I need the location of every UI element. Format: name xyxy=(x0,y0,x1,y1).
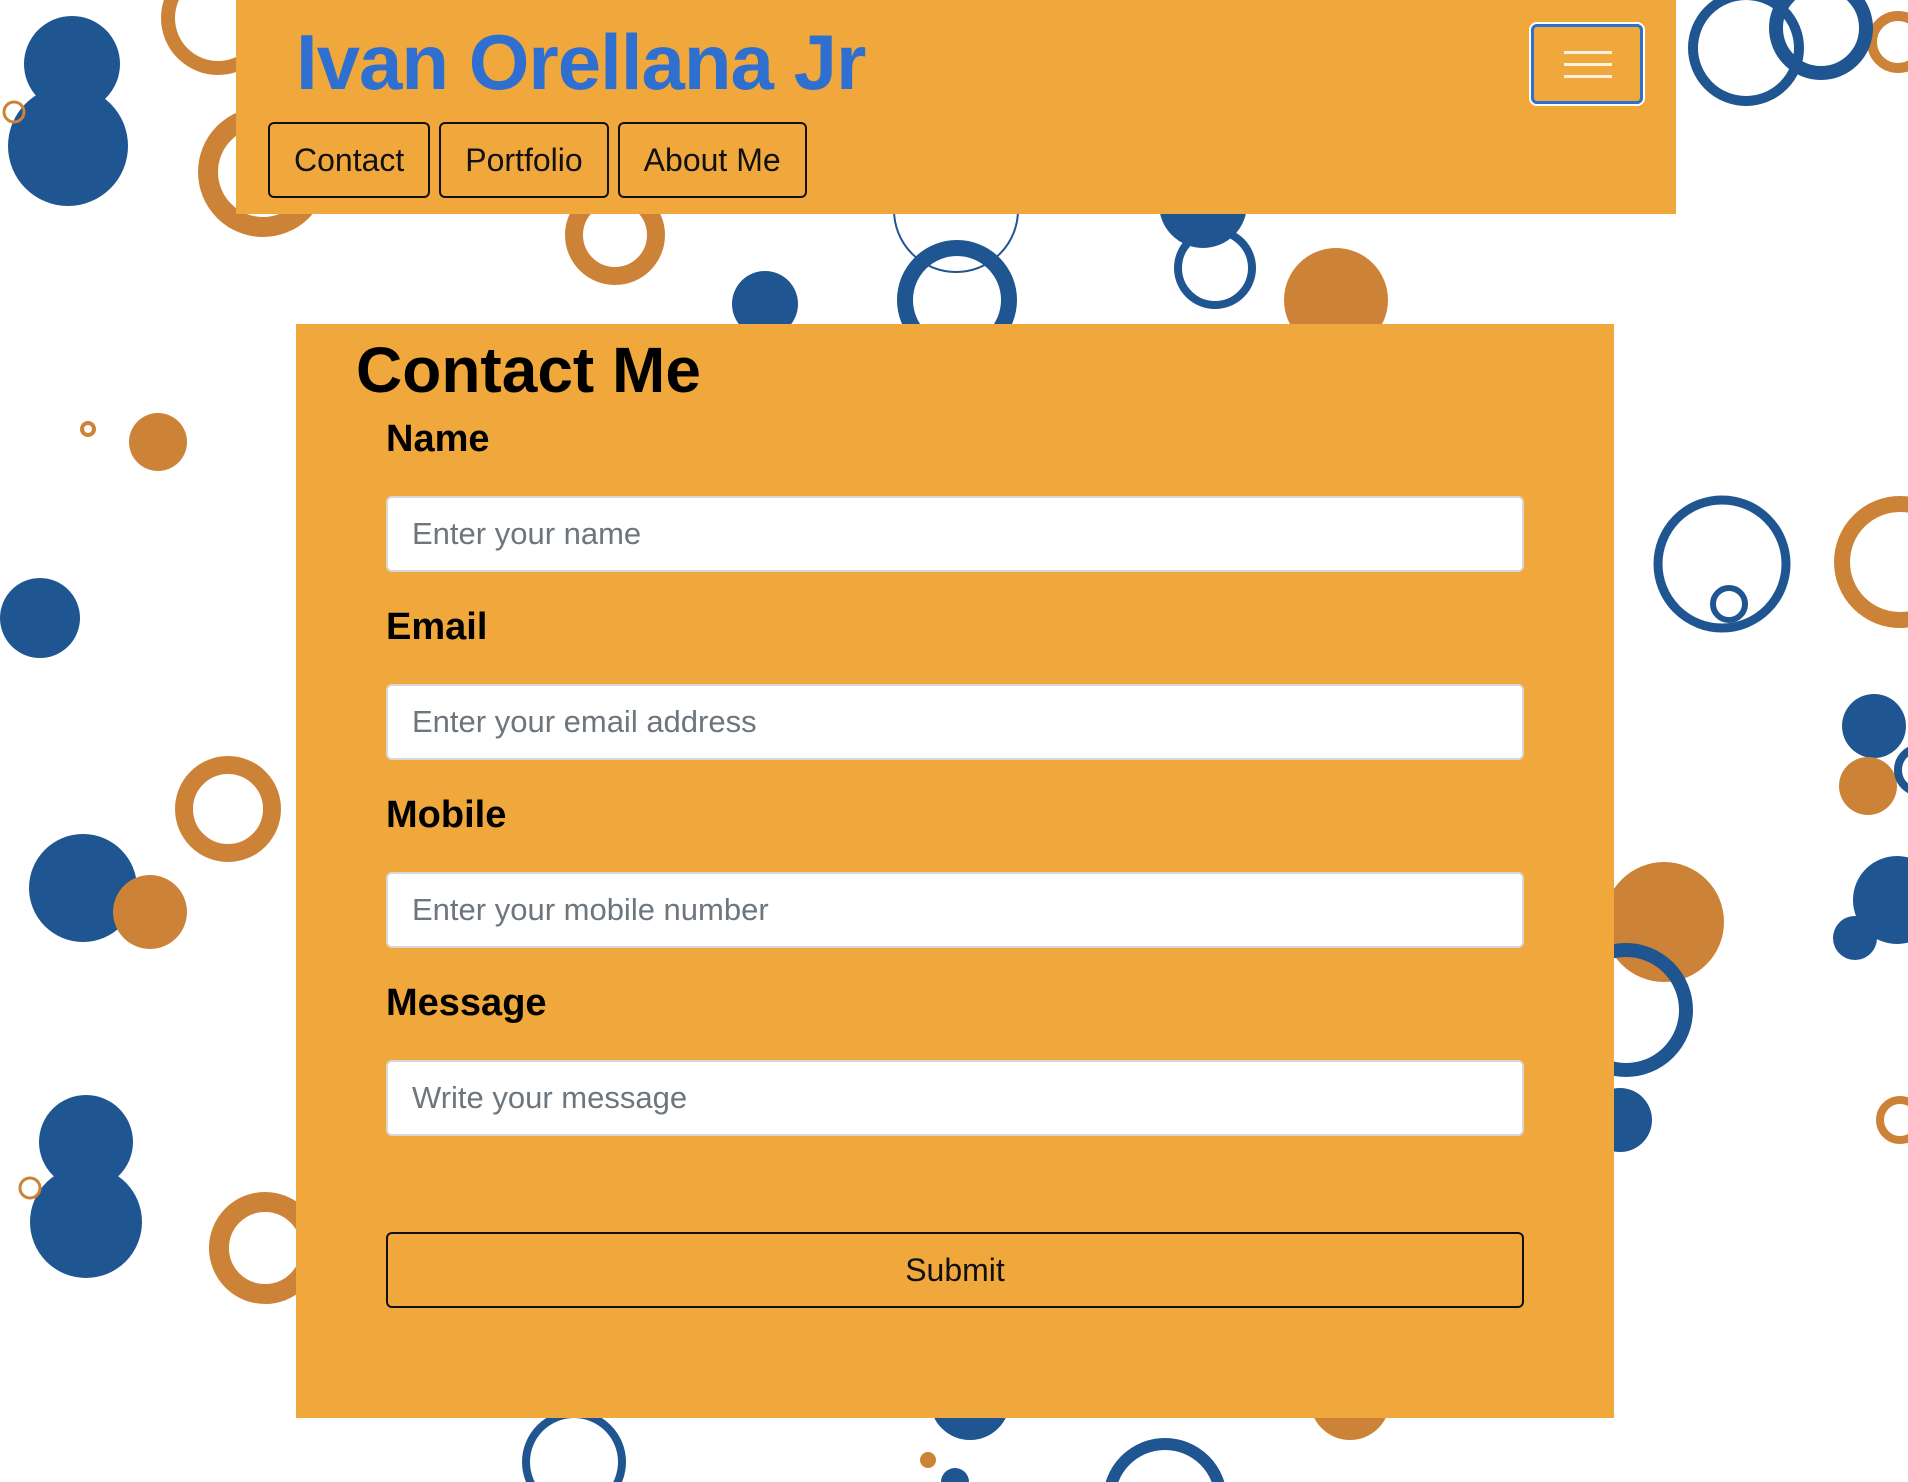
mobile-input[interactable] xyxy=(386,872,1524,948)
email-input[interactable] xyxy=(386,684,1524,760)
page-title: Contact Me xyxy=(356,334,701,406)
nav-about-button[interactable]: About Me xyxy=(617,122,807,198)
name-input[interactable] xyxy=(386,496,1524,572)
submit-button[interactable]: Submit xyxy=(386,1232,1524,1308)
top-navbar: Ivan Orellana Jr Contact Portfolio About… xyxy=(236,0,1676,214)
menu-toggle-button[interactable] xyxy=(1531,24,1643,104)
nav-contact-button[interactable]: Contact xyxy=(268,122,431,198)
site-brand[interactable]: Ivan Orellana Jr xyxy=(296,14,866,110)
email-label: Email xyxy=(386,606,488,648)
nav-portfolio-button[interactable]: Portfolio xyxy=(439,122,609,198)
message-input[interactable] xyxy=(386,1060,1524,1136)
nav-buttons: Contact Portfolio About Me xyxy=(268,122,807,198)
name-label: Name xyxy=(386,418,490,460)
message-label: Message xyxy=(386,982,547,1024)
contact-form-card: Contact Me Name Email Mobile Message Sub… xyxy=(296,324,1614,1418)
mobile-label: Mobile xyxy=(386,794,507,836)
